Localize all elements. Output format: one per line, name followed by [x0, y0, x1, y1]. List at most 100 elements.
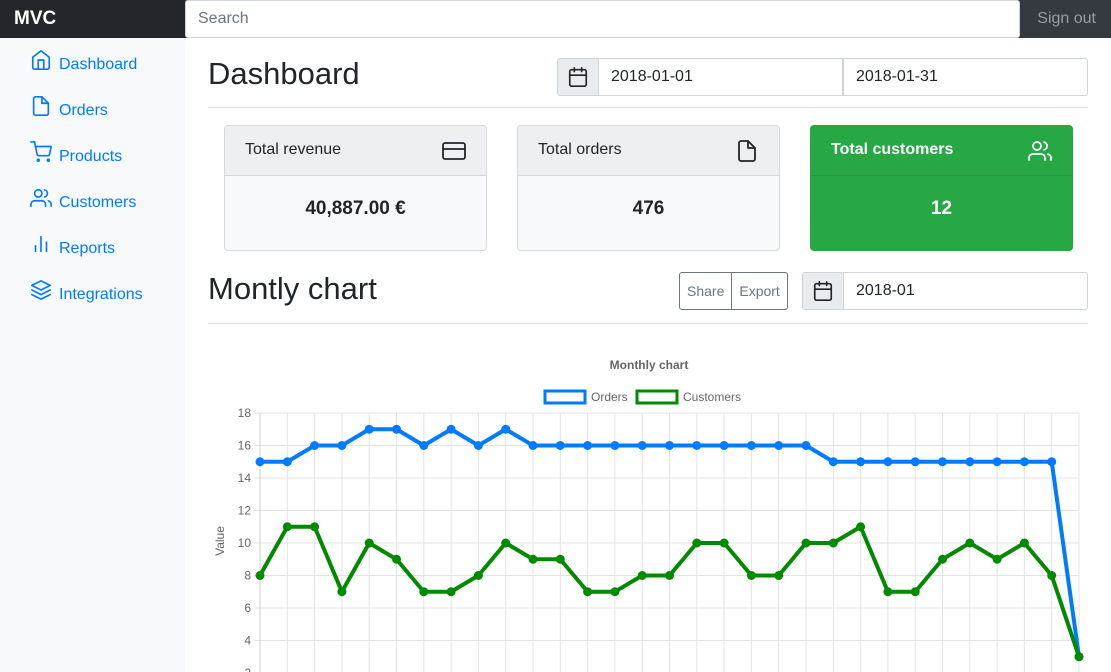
data-point: [610, 587, 620, 597]
y-tick-label: 18: [238, 406, 252, 420]
sidebar: Dashboard Orders Products Customers Repo…: [0, 38, 185, 672]
data-point: [528, 441, 538, 450]
card-header: Total revenue: [225, 126, 486, 176]
data-point: [992, 457, 1002, 467]
home-icon: [31, 50, 51, 70]
chart-button-group: Share Export: [679, 272, 788, 310]
sign-out-link[interactable]: Sign out: [1037, 0, 1096, 38]
data-point: [446, 587, 456, 597]
sidebar-item-customers[interactable]: Customers: [30, 188, 136, 218]
data-point: [282, 522, 292, 532]
bar-chart-icon: [34, 235, 48, 253]
legend-label: Orders: [591, 390, 628, 404]
data-point: [555, 554, 565, 564]
y-axis-label: Value: [213, 526, 227, 556]
data-point: [310, 522, 320, 532]
data-point: [692, 441, 702, 450]
sidebar-item-orders[interactable]: Orders: [30, 96, 108, 126]
data-point: [583, 441, 593, 450]
sidebar-item-integrations[interactable]: Integrations: [30, 280, 143, 310]
sidebar-item-label: Customers: [59, 194, 137, 211]
layers-icon: [31, 280, 51, 300]
data-point: [255, 457, 265, 467]
orders-card: Total orders 476: [517, 125, 780, 251]
divider: [208, 107, 1088, 108]
data-point: [637, 571, 647, 580]
sidebar-item-reports[interactable]: Reports: [30, 234, 115, 264]
data-point: [883, 457, 893, 467]
month-input[interactable]: [843, 272, 1088, 310]
monthly-line-chart: 18 16 14 12 10 8 6 4 2 Value Monthly chart Orders Cu…: [213, 358, 1084, 672]
card-title: Total customers: [831, 141, 954, 158]
card-title: Total revenue: [245, 141, 342, 158]
data-point: [828, 538, 838, 548]
date-from-input[interactable]: [598, 58, 843, 96]
revenue-card: Total revenue 40,887.00 €: [224, 125, 487, 251]
data-point: [555, 441, 565, 450]
data-point: [856, 522, 866, 532]
data-point: [801, 538, 811, 548]
data-point: [938, 554, 947, 564]
data-point: [446, 424, 456, 434]
calendar-button[interactable]: [802, 272, 844, 310]
data-point: [856, 457, 866, 467]
data-point: [1047, 571, 1057, 580]
calendar-button[interactable]: [557, 58, 599, 96]
users-icon: [30, 188, 52, 208]
brand-logo[interactable]: MVC: [0, 0, 185, 38]
users-icon: [1028, 139, 1052, 163]
divider: [208, 323, 1088, 324]
y-tick-label: 4: [244, 634, 251, 648]
data-point: [310, 441, 320, 450]
file-icon: [735, 139, 759, 163]
share-button[interactable]: Share: [679, 272, 733, 310]
y-tick-label: 8: [244, 569, 251, 583]
data-point: [337, 441, 347, 450]
data-point: [719, 441, 729, 450]
data-point: [392, 424, 401, 434]
data-point: [801, 441, 811, 450]
data-point: [1047, 457, 1057, 467]
sidebar-item-products[interactable]: Products: [30, 141, 123, 172]
data-point: [938, 457, 947, 467]
data-point: [665, 441, 674, 450]
sidebar-item-dashboard[interactable]: Dashboard: [30, 50, 137, 80]
data-point: [1019, 538, 1029, 548]
data-point: [665, 571, 674, 580]
date-to-input[interactable]: [843, 58, 1088, 96]
card-value: 12: [930, 198, 953, 219]
data-point: [910, 587, 920, 597]
card-header: Total customers: [811, 126, 1072, 176]
card-value: 476: [632, 198, 665, 219]
data-point: [692, 538, 702, 548]
search-input[interactable]: [185, 0, 1020, 38]
file-icon: [32, 96, 50, 116]
data-point: [364, 424, 374, 434]
data-point: [910, 457, 920, 467]
shopping-cart-icon: [30, 141, 52, 162]
card-title: Total orders: [538, 141, 622, 158]
data-point: [473, 571, 483, 580]
sidebar-item-label: Products: [59, 148, 123, 165]
export-button[interactable]: Export: [732, 272, 788, 310]
data-point: [746, 441, 756, 450]
y-tick-label: 6: [244, 601, 251, 615]
data-point: [583, 587, 593, 597]
data-point: [255, 571, 265, 580]
legend-swatch: [635, 389, 679, 405]
data-point: [392, 554, 401, 564]
data-point: [419, 441, 429, 450]
data-point: [528, 554, 538, 564]
data-point: [1019, 457, 1029, 467]
data-point: [473, 441, 483, 450]
page-title: Dashboard: [208, 56, 360, 91]
data-point: [992, 554, 1002, 564]
data-point: [965, 457, 975, 467]
data-point: [883, 587, 893, 597]
y-tick-label: 16: [238, 439, 252, 453]
calendar-icon: [568, 67, 588, 87]
data-point: [501, 424, 511, 434]
data-point: [965, 538, 975, 548]
y-tick-label: 12: [238, 504, 252, 518]
data-point: [419, 587, 429, 597]
